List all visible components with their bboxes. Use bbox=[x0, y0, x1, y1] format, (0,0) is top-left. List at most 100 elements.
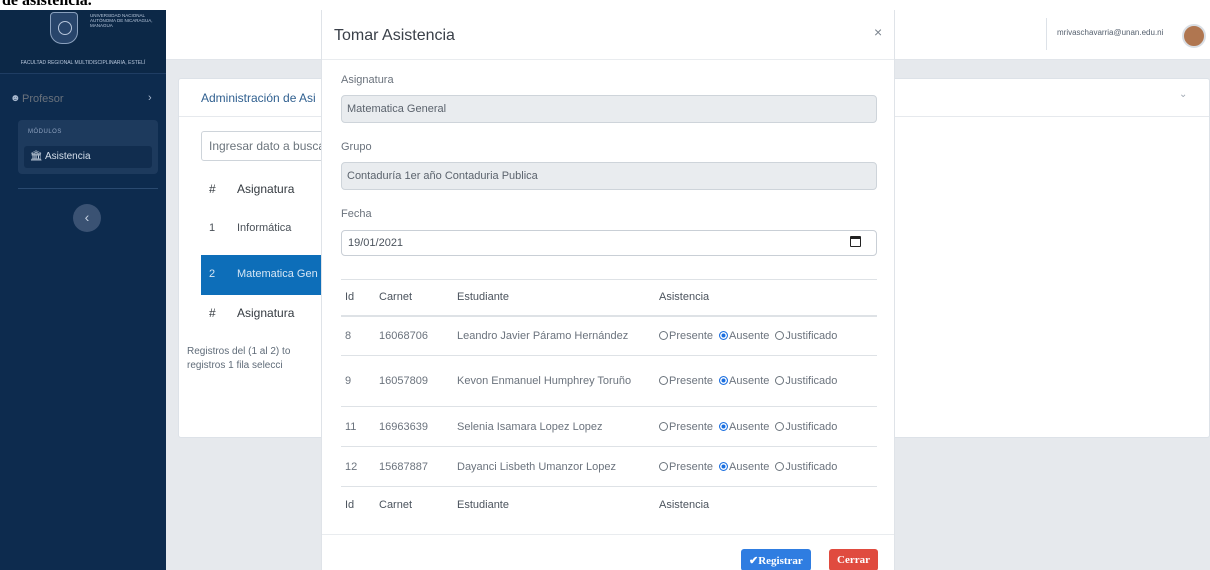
absent-radio[interactable]: Ausente bbox=[719, 421, 769, 433]
col-carnet: Carnet bbox=[375, 279, 453, 317]
col-id: Id bbox=[341, 486, 375, 523]
present-radio[interactable]: Presente bbox=[659, 461, 713, 473]
check-icon: ✔ bbox=[749, 554, 759, 567]
attendance-header-row: Id Carnet Estudiante Asistencia bbox=[341, 279, 877, 317]
table-header: # Asignatura bbox=[201, 169, 341, 209]
user-label: Profesor bbox=[22, 93, 64, 105]
avatar[interactable] bbox=[1182, 24, 1206, 48]
col-carnet: Carnet bbox=[375, 486, 453, 523]
collapse-card-icon[interactable]: ⌄ bbox=[1179, 89, 1187, 100]
attendance-footer-row: Id Carnet Estudiante Asistencia bbox=[341, 486, 877, 523]
navbar-divider bbox=[1046, 18, 1047, 50]
subject-label: Asignatura bbox=[341, 74, 394, 86]
modules-header: MÓDULOS bbox=[28, 129, 62, 135]
justified-radio[interactable]: Justificado bbox=[775, 421, 837, 433]
radio-icon bbox=[775, 421, 785, 431]
footer-num: # bbox=[209, 306, 216, 320]
attendance-options: Presente Ausente Justificado bbox=[655, 446, 877, 487]
university-name: UNIVERSIDAD NACIONAL AUTÓNOMA DE NICARAG… bbox=[90, 13, 153, 29]
header-num: # bbox=[209, 182, 216, 196]
caption-text: de asistencia. bbox=[2, 0, 92, 9]
table-row: 11 16963639 Selenia Isamara Lopez Lopez … bbox=[341, 406, 877, 447]
records-info-line: Registros del (1 al 2) to bbox=[187, 346, 291, 357]
justified-radio[interactable]: Justificado bbox=[775, 461, 837, 473]
register-button[interactable]: ✔Registrar bbox=[741, 549, 811, 570]
student-id: 8 bbox=[341, 315, 375, 356]
absent-radio[interactable]: Ausente bbox=[719, 461, 769, 473]
radio-checked-icon bbox=[719, 461, 729, 471]
attendance-modal: Tomar Asistencia × Asignatura Matematica… bbox=[321, 10, 895, 570]
justified-radio[interactable]: Justificado bbox=[775, 375, 837, 387]
user-menu[interactable]: ☻ Profesor › bbox=[0, 90, 166, 110]
radio-icon bbox=[659, 376, 668, 385]
user-icon: ☻ bbox=[10, 93, 21, 104]
sidebar-collapse-button[interactable]: ‹ bbox=[73, 204, 101, 232]
student-name: Dayanci Lisbeth Umanzor Lopez bbox=[453, 446, 655, 487]
student-carnet: 16057809 bbox=[375, 355, 453, 407]
table-row[interactable]: 1 Informática bbox=[201, 209, 341, 249]
group-field: Contaduría 1er año Contaduria Publica bbox=[341, 162, 877, 190]
logo-area: UNIVERSIDAD NACIONAL AUTÓNOMA DE NICARAG… bbox=[0, 10, 166, 74]
table-footer: # Asignatura bbox=[201, 293, 341, 333]
records-info: Registros del (1 al 2) to registros 1 fi… bbox=[187, 345, 321, 373]
attendance-options: Presente Ausente Justificado bbox=[655, 406, 877, 447]
caption-strip: de asistencia. bbox=[0, 0, 1210, 10]
col-attendance: Asistencia bbox=[655, 279, 877, 317]
header-subject: Asignatura bbox=[237, 182, 295, 196]
attendance-table: Id Carnet Estudiante Asistencia 8 160687… bbox=[341, 279, 877, 523]
close-button[interactable]: Cerrar bbox=[829, 549, 878, 570]
radio-icon bbox=[659, 330, 668, 340]
register-label: Registrar bbox=[758, 554, 803, 567]
footer-subject: Asignatura bbox=[237, 306, 295, 320]
radio-icon bbox=[775, 376, 785, 385]
student-id: 11 bbox=[341, 406, 375, 447]
student-carnet: 16068706 bbox=[375, 315, 453, 356]
modal-footer: ✔Registrar Cerrar bbox=[322, 534, 894, 570]
absent-radio[interactable]: Ausente bbox=[719, 375, 769, 387]
search-input[interactable]: Ingresar dato a busca bbox=[201, 131, 341, 161]
modal-header: Tomar Asistencia × bbox=[322, 10, 894, 60]
radio-icon bbox=[659, 461, 668, 471]
table-row-selected[interactable]: 2 Matematica Gen bbox=[201, 255, 341, 295]
col-attendance: Asistencia bbox=[655, 486, 877, 523]
radio-icon bbox=[775, 330, 785, 340]
sidebar-item-asistencia[interactable]: 🏛 Asistencia bbox=[24, 146, 152, 168]
radio-checked-icon bbox=[719, 421, 729, 431]
table-row: 9 16057809 Kevon Enmanuel Humphrey Toruñ… bbox=[341, 355, 877, 407]
sidebar-divider bbox=[18, 188, 158, 189]
present-radio[interactable]: Presente bbox=[659, 330, 713, 342]
group-label: Grupo bbox=[341, 141, 372, 153]
present-radio[interactable]: Presente bbox=[659, 375, 713, 387]
absent-radio[interactable]: Ausente bbox=[719, 330, 769, 342]
radio-icon bbox=[659, 421, 668, 431]
date-value: 19/01/2021 bbox=[348, 237, 404, 249]
student-id: 9 bbox=[341, 355, 375, 407]
row-num: 1 bbox=[209, 222, 216, 234]
radio-checked-icon bbox=[719, 330, 729, 340]
user-email[interactable]: mrivaschavarria@unan.edu.ni bbox=[1057, 28, 1163, 37]
table-row: 12 15687887 Dayanci Lisbeth Umanzor Lope… bbox=[341, 446, 877, 487]
close-icon[interactable]: × bbox=[874, 24, 882, 40]
sidebar-item-label: Asistencia bbox=[44, 151, 91, 162]
student-name: Selenia Isamara Lopez Lopez bbox=[453, 406, 655, 447]
radio-icon bbox=[775, 461, 785, 471]
date-label: Fecha bbox=[341, 208, 372, 220]
university-crest-icon bbox=[50, 12, 78, 44]
justified-radio[interactable]: Justificado bbox=[775, 330, 837, 342]
attendance-options: Presente Ausente Justificado bbox=[655, 355, 877, 407]
date-field[interactable]: 19/01/2021 bbox=[341, 230, 877, 256]
attendance-options: Presente Ausente Justificado bbox=[655, 315, 877, 356]
modal-title: Tomar Asistencia bbox=[334, 27, 455, 44]
present-radio[interactable]: Presente bbox=[659, 421, 713, 433]
sidebar: UNIVERSIDAD NACIONAL AUTÓNOMA DE NICARAG… bbox=[0, 10, 166, 570]
student-name: Kevon Enmanuel Humphrey Toruño bbox=[453, 355, 655, 407]
row-subject: Matematica Gen bbox=[237, 268, 318, 280]
modules-panel: MÓDULOS 🏛 Asistencia bbox=[18, 120, 158, 174]
student-name: Leandro Javier Páramo Hernández bbox=[453, 315, 655, 356]
bank-icon: 🏛 bbox=[30, 151, 43, 162]
student-id: 12 bbox=[341, 446, 375, 487]
row-subject: Informática bbox=[237, 222, 292, 234]
calendar-icon[interactable] bbox=[850, 236, 861, 247]
col-student: Estudiante bbox=[453, 279, 655, 317]
chevron-right-icon: › bbox=[148, 92, 152, 104]
